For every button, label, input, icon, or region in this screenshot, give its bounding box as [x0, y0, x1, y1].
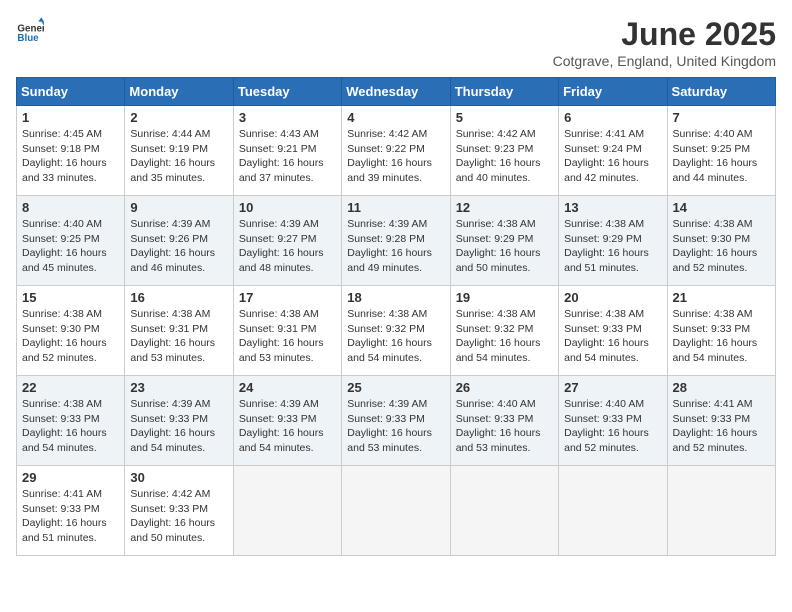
day-header-thursday: Thursday	[450, 78, 558, 106]
calendar-day-21: 21Sunrise: 4:38 AMSunset: 9:33 PMDayligh…	[667, 286, 775, 376]
calendar-day-12: 12Sunrise: 4:38 AMSunset: 9:29 PMDayligh…	[450, 196, 558, 286]
calendar-day-28: 28Sunrise: 4:41 AMSunset: 9:33 PMDayligh…	[667, 376, 775, 466]
calendar-empty	[233, 466, 341, 556]
calendar-day-14: 14Sunrise: 4:38 AMSunset: 9:30 PMDayligh…	[667, 196, 775, 286]
calendar-week-4: 22Sunrise: 4:38 AMSunset: 9:33 PMDayligh…	[17, 376, 776, 466]
calendar-day-4: 4Sunrise: 4:42 AMSunset: 9:22 PMDaylight…	[342, 106, 450, 196]
calendar-day-7: 7Sunrise: 4:40 AMSunset: 9:25 PMDaylight…	[667, 106, 775, 196]
calendar-day-6: 6Sunrise: 4:41 AMSunset: 9:24 PMDaylight…	[559, 106, 667, 196]
calendar-day-9: 9Sunrise: 4:39 AMSunset: 9:26 PMDaylight…	[125, 196, 233, 286]
calendar-day-3: 3Sunrise: 4:43 AMSunset: 9:21 PMDaylight…	[233, 106, 341, 196]
calendar-week-2: 8Sunrise: 4:40 AMSunset: 9:25 PMDaylight…	[17, 196, 776, 286]
calendar-day-2: 2Sunrise: 4:44 AMSunset: 9:19 PMDaylight…	[125, 106, 233, 196]
calendar-day-5: 5Sunrise: 4:42 AMSunset: 9:23 PMDaylight…	[450, 106, 558, 196]
calendar-day-24: 24Sunrise: 4:39 AMSunset: 9:33 PMDayligh…	[233, 376, 341, 466]
calendar-empty	[450, 466, 558, 556]
calendar-day-29: 29Sunrise: 4:41 AMSunset: 9:33 PMDayligh…	[17, 466, 125, 556]
calendar-day-15: 15Sunrise: 4:38 AMSunset: 9:30 PMDayligh…	[17, 286, 125, 376]
calendar-day-8: 8Sunrise: 4:40 AMSunset: 9:25 PMDaylight…	[17, 196, 125, 286]
day-header-monday: Monday	[125, 78, 233, 106]
day-header-saturday: Saturday	[667, 78, 775, 106]
logo-icon: General Blue	[16, 16, 44, 44]
calendar-day-26: 26Sunrise: 4:40 AMSunset: 9:33 PMDayligh…	[450, 376, 558, 466]
calendar-day-30: 30Sunrise: 4:42 AMSunset: 9:33 PMDayligh…	[125, 466, 233, 556]
calendar-table: SundayMondayTuesdayWednesdayThursdayFrid…	[16, 77, 776, 556]
svg-text:Blue: Blue	[17, 33, 39, 44]
calendar-day-16: 16Sunrise: 4:38 AMSunset: 9:31 PMDayligh…	[125, 286, 233, 376]
calendar-week-5: 29Sunrise: 4:41 AMSunset: 9:33 PMDayligh…	[17, 466, 776, 556]
page-header: General Blue June 2025 Cotgrave, England…	[16, 16, 776, 69]
calendar-day-25: 25Sunrise: 4:39 AMSunset: 9:33 PMDayligh…	[342, 376, 450, 466]
calendar-day-23: 23Sunrise: 4:39 AMSunset: 9:33 PMDayligh…	[125, 376, 233, 466]
title-area: June 2025 Cotgrave, England, United King…	[553, 16, 776, 69]
calendar-empty	[559, 466, 667, 556]
calendar-header-row: SundayMondayTuesdayWednesdayThursdayFrid…	[17, 78, 776, 106]
day-header-wednesday: Wednesday	[342, 78, 450, 106]
month-title: June 2025	[553, 16, 776, 53]
logo: General Blue	[16, 16, 44, 44]
calendar-day-1: 1Sunrise: 4:45 AMSunset: 9:18 PMDaylight…	[17, 106, 125, 196]
calendar-day-13: 13Sunrise: 4:38 AMSunset: 9:29 PMDayligh…	[559, 196, 667, 286]
day-header-sunday: Sunday	[17, 78, 125, 106]
calendar-day-10: 10Sunrise: 4:39 AMSunset: 9:27 PMDayligh…	[233, 196, 341, 286]
calendar-week-1: 1Sunrise: 4:45 AMSunset: 9:18 PMDaylight…	[17, 106, 776, 196]
calendar-empty	[667, 466, 775, 556]
day-header-friday: Friday	[559, 78, 667, 106]
calendar-empty	[342, 466, 450, 556]
calendar-day-11: 11Sunrise: 4:39 AMSunset: 9:28 PMDayligh…	[342, 196, 450, 286]
calendar-day-18: 18Sunrise: 4:38 AMSunset: 9:32 PMDayligh…	[342, 286, 450, 376]
calendar-day-20: 20Sunrise: 4:38 AMSunset: 9:33 PMDayligh…	[559, 286, 667, 376]
day-header-tuesday: Tuesday	[233, 78, 341, 106]
calendar-day-22: 22Sunrise: 4:38 AMSunset: 9:33 PMDayligh…	[17, 376, 125, 466]
calendar-day-17: 17Sunrise: 4:38 AMSunset: 9:31 PMDayligh…	[233, 286, 341, 376]
calendar-day-27: 27Sunrise: 4:40 AMSunset: 9:33 PMDayligh…	[559, 376, 667, 466]
calendar-week-3: 15Sunrise: 4:38 AMSunset: 9:30 PMDayligh…	[17, 286, 776, 376]
calendar-day-19: 19Sunrise: 4:38 AMSunset: 9:32 PMDayligh…	[450, 286, 558, 376]
location-title: Cotgrave, England, United Kingdom	[553, 53, 776, 69]
